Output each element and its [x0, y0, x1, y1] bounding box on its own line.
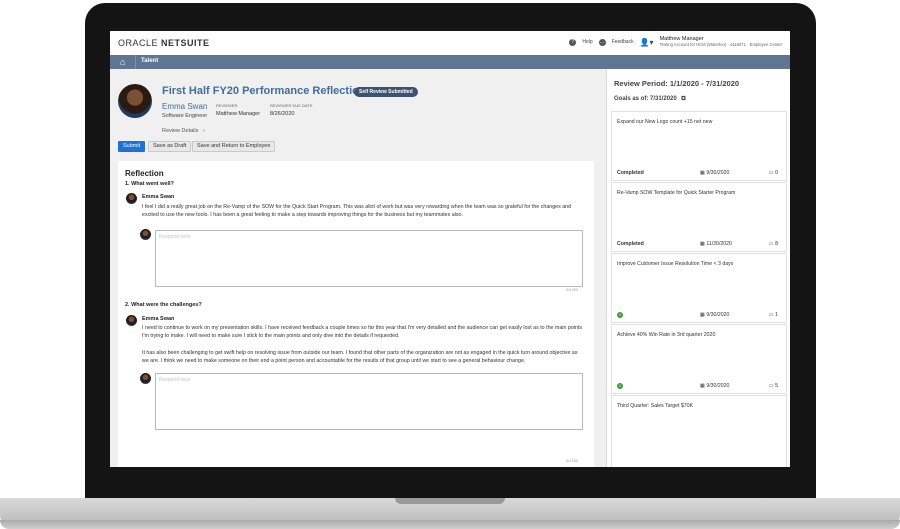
employee-name: Emma Swan [162, 102, 208, 111]
answer-author: Emma Swan [142, 194, 175, 200]
question-label: 1. What went well? [125, 181, 174, 187]
review-details-label: Review Details [162, 128, 199, 134]
response-textarea[interactable]: Respond here [155, 230, 583, 287]
on-track-icon: ☺ [617, 383, 623, 389]
goal-title: Expand our New Logo count +15 net new [617, 119, 713, 125]
response-placeholder: Respond here [159, 234, 191, 240]
nav-talent[interactable]: Talent [141, 58, 158, 64]
chevron-right-icon: › [202, 128, 205, 134]
home-icon[interactable]: ⌂ [120, 57, 125, 67]
nav-bar: ⌂ Talent [110, 55, 790, 69]
question-label: 2. What were the challenges? [125, 302, 202, 308]
feedback-link[interactable]: Feedback [612, 39, 634, 45]
goals-sidebar: Review Period: 1/1/2020 - 7/31/2020 Goal… [606, 69, 790, 467]
logo-product: NETSUITE [161, 38, 210, 48]
goal-comments[interactable]: ▭ 5 [769, 383, 778, 389]
feedback-icon[interactable]: … [598, 38, 606, 46]
answer-text-2: It has also been challenging to get swif… [142, 350, 578, 364]
submit-button[interactable]: Submit [118, 141, 146, 152]
goal-title: Achieve 40% Win Rate in 3rd quarter 2020 [617, 332, 716, 338]
save-return-button[interactable]: Save and Return to Employee [192, 141, 276, 152]
answer-text: I feel I did a really great job on the R… [142, 204, 572, 218]
goal-status: Completed [617, 241, 644, 247]
status-badge: Self Review Submitted [354, 87, 418, 97]
response-placeholder: Respond here [159, 377, 191, 383]
goal-title: Re-Vamp SOW Template for Quick Starter P… [617, 190, 736, 196]
screen: ORACLE NETSUITE ? Help … Feedback 👤▾ Mat… [110, 31, 790, 467]
answer-author: Emma Swan [142, 316, 175, 322]
goal-date-value: 9/30/2020 [706, 312, 730, 318]
reviewer-label: REVIEWER [216, 103, 238, 108]
nav-divider [135, 55, 136, 69]
user-menu[interactable]: Matthew Manager Testing Account for HCM … [660, 36, 782, 48]
employee-avatar [118, 84, 152, 118]
goal-date-value: 9/30/2020 [706, 383, 730, 389]
goal-comment-count: 1 [775, 312, 778, 318]
goal-title: Third Quarter: Sales Target $70K [617, 403, 694, 409]
goal-date: ▦ 9/30/2020 [700, 170, 729, 176]
due-date-value: 8/26/2020 [270, 111, 295, 117]
review-details-link[interactable]: Review Details › [162, 128, 205, 134]
goal-date: ▦ 9/30/2020 [700, 383, 729, 389]
help-icon[interactable]: ? [569, 38, 577, 46]
header-actions: ? Help … Feedback 👤▾ Matthew Manager Tes… [569, 36, 782, 48]
external-link-icon[interactable]: ⧉ [681, 96, 685, 102]
goal-card[interactable]: Expand our New Logo count +15 net new Co… [611, 111, 787, 181]
top-header: ORACLE NETSUITE ? Help … Feedback 👤▾ Mat… [110, 31, 790, 56]
section-title: Reflection [125, 169, 164, 178]
oracle-netsuite-logo[interactable]: ORACLE NETSUITE [118, 38, 210, 48]
page-title: First Half FY20 Performance Reflection [162, 85, 366, 97]
char-counter: 0/1200 [566, 287, 579, 292]
author-avatar [126, 193, 137, 204]
goal-status: Completed [617, 170, 644, 176]
response-textarea[interactable]: Respond here [155, 373, 583, 430]
reviewer-value: Matthew Manager [216, 111, 261, 117]
save-draft-button[interactable]: Save as Draft [148, 141, 192, 152]
goal-card[interactable]: Achieve 40% Win Rate in 3rd quarter 2020… [611, 324, 787, 394]
goal-comment-count: 8 [775, 241, 778, 247]
goal-card[interactable]: Improve Customer Issue Resolution Time <… [611, 253, 787, 323]
goal-comments[interactable]: ▭ 8 [769, 241, 778, 247]
user-account: Testing Account for HCM (Waterloo) - 411… [659, 42, 782, 47]
author-avatar [126, 315, 137, 326]
review-panel: First Half FY20 Performance Reflection S… [110, 69, 606, 467]
reviewer-avatar [140, 229, 151, 240]
goal-date-value: 11/30/2020 [706, 241, 732, 247]
goal-comments[interactable]: ▭ 0 [769, 170, 778, 176]
answer-text: I need to continue to work on my present… [142, 325, 583, 339]
due-date-label: REVIEWER DUE DATE [270, 103, 313, 108]
logo-brand: ORACLE [118, 38, 159, 48]
reviewer-avatar [140, 373, 151, 384]
goal-comment-count: 0 [775, 170, 778, 176]
laptop-base-shadow [0, 520, 900, 529]
goal-date-value: 9/30/2020 [706, 170, 730, 176]
goal-card[interactable]: Re-Vamp SOW Template for Quick Starter P… [611, 182, 787, 252]
on-track-icon: ☺ [617, 312, 623, 318]
review-period: Review Period: 1/1/2020 - 7/31/2020 [614, 79, 740, 88]
goal-comments[interactable]: ▭ 1 [769, 312, 778, 318]
laptop-notch [395, 498, 505, 504]
goals-as-of-label: Goals as of: 7/31/2020 [614, 96, 677, 102]
goals-as-of: Goals as of: 7/31/2020 ⧉ [614, 96, 686, 103]
goal-title: Improve Customer Issue Resolution Time <… [617, 261, 734, 267]
goal-comment-count: 5 [775, 383, 778, 389]
goal-date: ▦ 9/30/2020 [700, 312, 729, 318]
employee-role: Software Engineer [162, 113, 208, 119]
reflection-card: Reflection 1. What went well? Emma Swan … [118, 161, 594, 467]
user-menu-icon[interactable]: 👤▾ [640, 38, 654, 47]
goal-card[interactable]: Third Quarter: Sales Target $70K [611, 395, 787, 467]
goal-date: ▦ 11/30/2020 [700, 241, 732, 247]
help-link[interactable]: Help [582, 39, 592, 45]
char-counter: 0/1200 [566, 458, 579, 463]
